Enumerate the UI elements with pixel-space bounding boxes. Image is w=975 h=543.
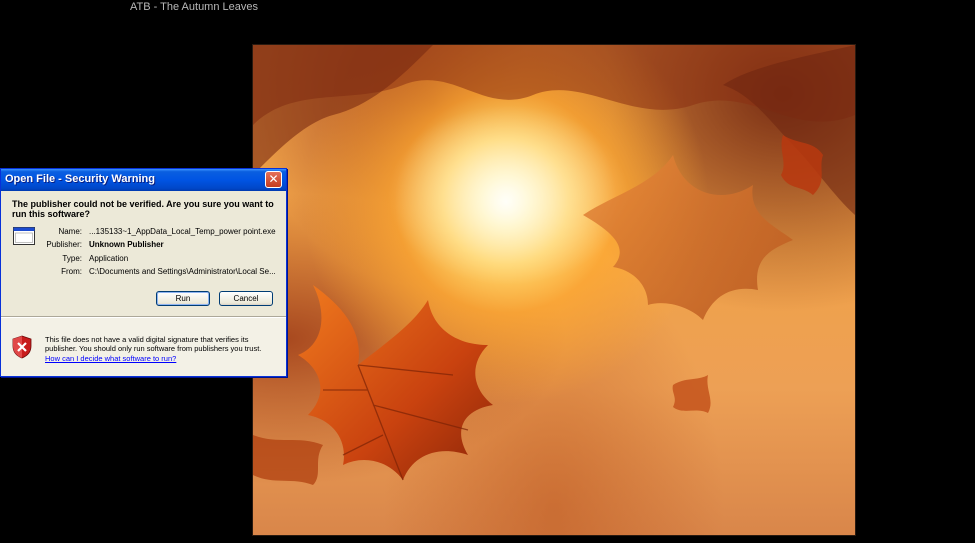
leaves-illustration [253,45,855,485]
dialog-titlebar[interactable]: Open File - Security Warning ✕ [1,169,286,191]
field-label: Publisher: [46,240,82,249]
cancel-button[interactable]: Cancel [219,291,273,306]
field-value-type: Application [89,254,129,263]
autumn-leaves-image [252,44,856,536]
help-link[interactable]: How can I decide what software to run? [45,354,176,363]
field-label: Name: [58,227,82,236]
field-label: Type: [62,254,82,263]
dialog-title: Open File - Security Warning [5,173,155,185]
security-warning-dialog: Open File - Security Warning ✕ The publi… [0,168,287,377]
dialog-footer: This file does not have a valid digital … [1,318,286,376]
signature-note: This file does not have a valid digital … [45,335,262,353]
close-icon: ✕ [268,172,279,186]
window-title: ATB - The Autumn Leaves [130,1,258,13]
run-button[interactable]: Run [156,291,210,306]
field-value-publisher: Unknown Publisher [89,240,164,249]
field-value-name: ...135133~1_AppData_Local_Temp_power poi… [89,227,276,236]
warning-heading: The publisher could not be verified. Are… [12,199,274,219]
security-shield-icon [12,335,32,359]
field-value-from: C:\Documents and Settings\Administrator\… [89,267,276,276]
close-button[interactable]: ✕ [265,171,282,188]
field-label: From: [61,267,82,276]
